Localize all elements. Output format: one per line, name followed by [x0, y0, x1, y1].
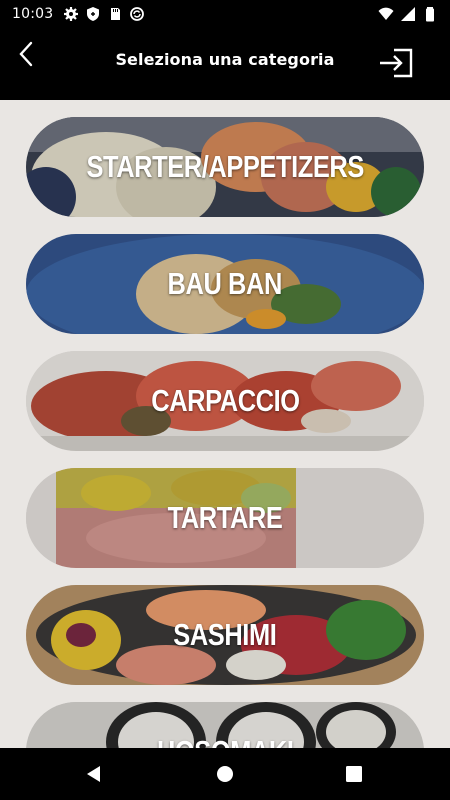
category-label: BAU BAN	[167, 266, 283, 301]
shield-icon	[87, 7, 100, 21]
category-label: SASHIMI	[173, 617, 277, 652]
category-label: CARPACCIO	[150, 383, 300, 418]
category-hosomaki[interactable]: HOSOMAKI	[26, 702, 424, 748]
category-label: STARTER/APPETIZERS	[86, 149, 364, 184]
category-bau-ban[interactable]: BAU BAN	[26, 234, 424, 334]
sd-card-icon	[111, 8, 121, 20]
chevron-left-icon	[19, 41, 33, 67]
category-sashimi[interactable]: SASHIMI	[26, 585, 424, 685]
category-label: HOSOMAKI	[26, 734, 424, 748]
category-starter-appetizers[interactable]: STARTER/APPETIZERS	[26, 117, 424, 217]
system-nav-bar	[0, 748, 450, 800]
wifi-icon	[378, 7, 394, 20]
logout-icon	[380, 48, 413, 78]
category-tartare[interactable]: TARTARE	[26, 468, 424, 568]
gear-icon	[64, 7, 79, 21]
status-left-icons	[63, 6, 145, 22]
page-title: Seleziona una categoria	[115, 50, 335, 69]
nav-back-button[interactable]	[82, 762, 106, 786]
status-time: 10:03	[12, 6, 54, 22]
back-triangle-icon	[87, 766, 100, 782]
category-label: TARTARE	[167, 500, 283, 535]
nav-home-button[interactable]	[213, 762, 237, 786]
category-list[interactable]: STARTER/APPETIZERS BAU BAN CARPACCIO TAR…	[0, 100, 450, 748]
home-circle-icon	[217, 766, 233, 782]
app-header: Seleziona una categoria	[0, 28, 450, 100]
recents-square-icon	[346, 766, 362, 782]
logout-button[interactable]	[376, 46, 416, 80]
battery-icon	[426, 7, 434, 22]
sync-icon	[130, 7, 145, 21]
category-carpaccio[interactable]: CARPACCIO	[26, 351, 424, 451]
nav-recents-button[interactable]	[342, 762, 366, 786]
status-bar: 10:03	[0, 0, 450, 28]
status-right-icons	[378, 6, 438, 22]
back-button[interactable]	[8, 36, 44, 72]
signal-icon	[401, 7, 415, 21]
